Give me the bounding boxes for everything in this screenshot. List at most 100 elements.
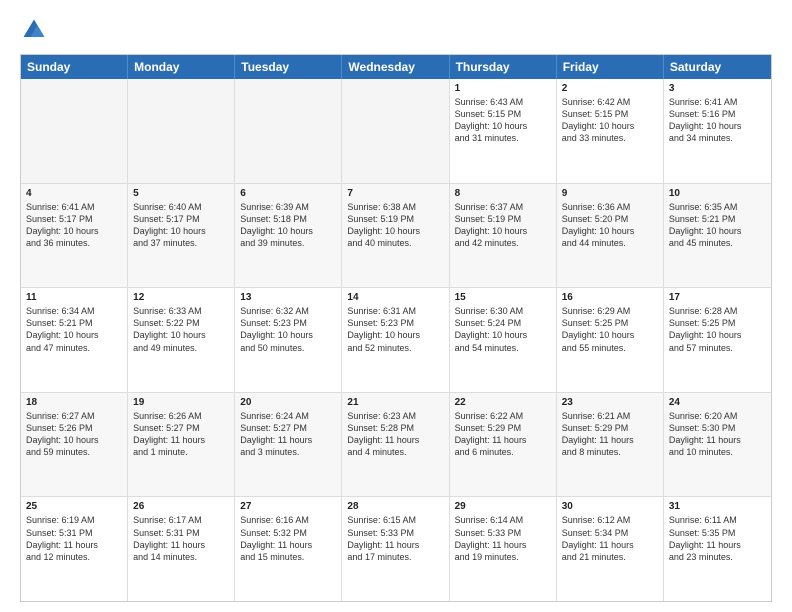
day-detail: Sunrise: 6:43 AM Sunset: 5:15 PM Dayligh… <box>455 96 551 145</box>
day-number: 11 <box>26 292 122 303</box>
day-detail: Sunrise: 6:20 AM Sunset: 5:30 PM Dayligh… <box>669 410 766 459</box>
day-number: 4 <box>26 188 122 199</box>
day-number: 14 <box>347 292 443 303</box>
header-day-tuesday: Tuesday <box>235 55 342 79</box>
calendar-cell <box>342 79 449 183</box>
day-detail: Sunrise: 6:33 AM Sunset: 5:22 PM Dayligh… <box>133 305 229 354</box>
header-day-saturday: Saturday <box>664 55 771 79</box>
header-day-wednesday: Wednesday <box>342 55 449 79</box>
calendar-row-4: 18 Sunrise: 6:27 AM Sunset: 5:26 PM Dayli… <box>21 393 771 498</box>
calendar-row-3: 11 Sunrise: 6:34 AM Sunset: 5:21 PM Dayli… <box>21 288 771 393</box>
calendar-cell: 29 Sunrise: 6:14 AM Sunset: 5:33 PM Dayli… <box>450 497 557 601</box>
day-detail: Sunrise: 6:34 AM Sunset: 5:21 PM Dayligh… <box>26 305 122 354</box>
calendar-cell: 16 Sunrise: 6:29 AM Sunset: 5:25 PM Dayli… <box>557 288 664 392</box>
day-detail: Sunrise: 6:15 AM Sunset: 5:33 PM Dayligh… <box>347 514 443 563</box>
day-number: 10 <box>669 188 766 199</box>
calendar-cell: 5 Sunrise: 6:40 AM Sunset: 5:17 PM Daylig… <box>128 184 235 288</box>
day-number: 15 <box>455 292 551 303</box>
calendar-cell <box>128 79 235 183</box>
day-detail: Sunrise: 6:38 AM Sunset: 5:19 PM Dayligh… <box>347 201 443 250</box>
calendar-cell: 9 Sunrise: 6:36 AM Sunset: 5:20 PM Daylig… <box>557 184 664 288</box>
day-detail: Sunrise: 6:23 AM Sunset: 5:28 PM Dayligh… <box>347 410 443 459</box>
day-detail: Sunrise: 6:24 AM Sunset: 5:27 PM Dayligh… <box>240 410 336 459</box>
calendar-cell: 2 Sunrise: 6:42 AM Sunset: 5:15 PM Daylig… <box>557 79 664 183</box>
calendar-body: 1 Sunrise: 6:43 AM Sunset: 5:15 PM Daylig… <box>21 79 771 601</box>
calendar-cell: 25 Sunrise: 6:19 AM Sunset: 5:31 PM Dayli… <box>21 497 128 601</box>
day-detail: Sunrise: 6:28 AM Sunset: 5:25 PM Dayligh… <box>669 305 766 354</box>
calendar-row-1: 1 Sunrise: 6:43 AM Sunset: 5:15 PM Daylig… <box>21 79 771 184</box>
header-day-thursday: Thursday <box>450 55 557 79</box>
day-detail: Sunrise: 6:19 AM Sunset: 5:31 PM Dayligh… <box>26 514 122 563</box>
day-number: 2 <box>562 83 658 94</box>
header <box>20 16 772 44</box>
day-number: 18 <box>26 397 122 408</box>
calendar-cell: 12 Sunrise: 6:33 AM Sunset: 5:22 PM Dayli… <box>128 288 235 392</box>
day-detail: Sunrise: 6:40 AM Sunset: 5:17 PM Dayligh… <box>133 201 229 250</box>
calendar-cell: 19Sunrise: 6:26 AM Sunset: 5:27 PM Dayli… <box>128 393 235 497</box>
calendar-cell <box>235 79 342 183</box>
calendar-cell: 3 Sunrise: 6:41 AM Sunset: 5:16 PM Daylig… <box>664 79 771 183</box>
day-number: 8 <box>455 188 551 199</box>
day-number: 27 <box>240 501 336 512</box>
day-number: 24 <box>669 397 766 408</box>
calendar-cell: 8 Sunrise: 6:37 AM Sunset: 5:19 PM Daylig… <box>450 184 557 288</box>
day-number: 17 <box>669 292 766 303</box>
calendar-cell: 23Sunrise: 6:21 AM Sunset: 5:29 PM Dayli… <box>557 393 664 497</box>
calendar-row-5: 25 Sunrise: 6:19 AM Sunset: 5:31 PM Dayli… <box>21 497 771 601</box>
day-detail: Sunrise: 6:37 AM Sunset: 5:19 PM Dayligh… <box>455 201 551 250</box>
day-number: 6 <box>240 188 336 199</box>
calendar-cell: 21 Sunrise: 6:23 AM Sunset: 5:28 PM Dayli… <box>342 393 449 497</box>
day-number: 5 <box>133 188 229 199</box>
day-number: 7 <box>347 188 443 199</box>
day-detail: Sunrise: 6:27 AM Sunset: 5:26 PM Dayligh… <box>26 410 122 459</box>
calendar-cell: 10 Sunrise: 6:35 AM Sunset: 5:21 PM Dayli… <box>664 184 771 288</box>
day-detail: Sunrise: 6:29 AM Sunset: 5:25 PM Dayligh… <box>562 305 658 354</box>
day-detail: Sunrise: 6:35 AM Sunset: 5:21 PM Dayligh… <box>669 201 766 250</box>
day-number: 29 <box>455 501 551 512</box>
calendar-cell: 30Sunrise: 6:12 AM Sunset: 5:34 PM Dayli… <box>557 497 664 601</box>
day-number: 22 <box>455 397 551 408</box>
day-number: 3 <box>669 83 766 94</box>
header-day-sunday: Sunday <box>21 55 128 79</box>
calendar-cell: 14Sunrise: 6:31 AM Sunset: 5:23 PM Dayli… <box>342 288 449 392</box>
calendar-cell: 11 Sunrise: 6:34 AM Sunset: 5:21 PM Dayli… <box>21 288 128 392</box>
logo-icon <box>20 16 48 44</box>
calendar-cell: 17 Sunrise: 6:28 AM Sunset: 5:25 PM Dayli… <box>664 288 771 392</box>
calendar-cell: 6Sunrise: 6:39 AM Sunset: 5:18 PM Daylig… <box>235 184 342 288</box>
header-day-monday: Monday <box>128 55 235 79</box>
calendar-cell: 13 Sunrise: 6:32 AM Sunset: 5:23 PM Dayli… <box>235 288 342 392</box>
logo <box>20 16 52 44</box>
day-number: 1 <box>455 83 551 94</box>
calendar-cell: 20 Sunrise: 6:24 AM Sunset: 5:27 PM Dayli… <box>235 393 342 497</box>
calendar-cell: 26Sunrise: 6:17 AM Sunset: 5:31 PM Dayli… <box>128 497 235 601</box>
header-day-friday: Friday <box>557 55 664 79</box>
calendar-cell: 28 Sunrise: 6:15 AM Sunset: 5:33 PM Dayli… <box>342 497 449 601</box>
calendar-cell: 31Sunrise: 6:11 AM Sunset: 5:35 PM Dayli… <box>664 497 771 601</box>
day-number: 25 <box>26 501 122 512</box>
calendar-cell: 15 Sunrise: 6:30 AM Sunset: 5:24 PM Dayli… <box>450 288 557 392</box>
day-number: 12 <box>133 292 229 303</box>
day-detail: Sunrise: 6:41 AM Sunset: 5:17 PM Dayligh… <box>26 201 122 250</box>
calendar-cell <box>21 79 128 183</box>
day-number: 20 <box>240 397 336 408</box>
calendar-cell: 24 Sunrise: 6:20 AM Sunset: 5:30 PM Dayli… <box>664 393 771 497</box>
calendar-cell: 27Sunrise: 6:16 AM Sunset: 5:32 PM Dayli… <box>235 497 342 601</box>
day-detail: Sunrise: 6:32 AM Sunset: 5:23 PM Dayligh… <box>240 305 336 354</box>
day-number: 21 <box>347 397 443 408</box>
day-detail: Sunrise: 6:36 AM Sunset: 5:20 PM Dayligh… <box>562 201 658 250</box>
day-number: 23 <box>562 397 658 408</box>
calendar-cell: 18 Sunrise: 6:27 AM Sunset: 5:26 PM Dayli… <box>21 393 128 497</box>
day-detail: Sunrise: 6:30 AM Sunset: 5:24 PM Dayligh… <box>455 305 551 354</box>
day-detail: Sunrise: 6:17 AM Sunset: 5:31 PM Dayligh… <box>133 514 229 563</box>
day-number: 28 <box>347 501 443 512</box>
day-detail: Sunrise: 6:41 AM Sunset: 5:16 PM Dayligh… <box>669 96 766 145</box>
day-detail: Sunrise: 6:14 AM Sunset: 5:33 PM Dayligh… <box>455 514 551 563</box>
page: SundayMondayTuesdayWednesdayThursdayFrid… <box>0 0 792 612</box>
day-number: 16 <box>562 292 658 303</box>
day-number: 30 <box>562 501 658 512</box>
day-detail: Sunrise: 6:42 AM Sunset: 5:15 PM Dayligh… <box>562 96 658 145</box>
day-detail: Sunrise: 6:11 AM Sunset: 5:35 PM Dayligh… <box>669 514 766 563</box>
day-number: 13 <box>240 292 336 303</box>
day-number: 9 <box>562 188 658 199</box>
day-number: 19 <box>133 397 229 408</box>
